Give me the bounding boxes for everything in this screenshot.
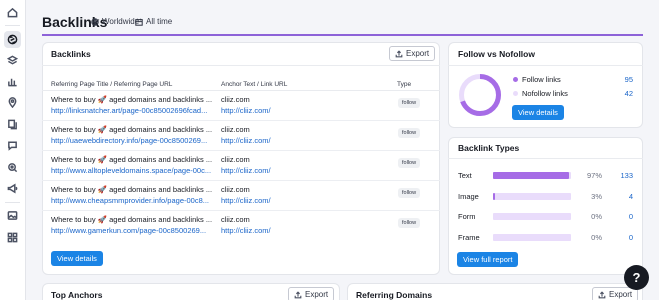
backlinks-view-details-button[interactable]: View details: [51, 251, 103, 266]
export-icon: [598, 290, 606, 298]
follow-donut-chart: [459, 74, 501, 116]
type-percent: 0%: [591, 212, 602, 221]
nofollow-count[interactable]: 42: [610, 89, 633, 98]
scope-label: Worldwide: [102, 17, 140, 26]
globe-icon: [91, 17, 99, 26]
period-label: All time: [146, 17, 173, 26]
column-header-referring[interactable]: Referring Page Title / Referring Page UR…: [51, 81, 172, 88]
type-bar-fill: [493, 193, 496, 200]
anchor-text: cliiz.com: [221, 125, 250, 134]
type-label: Text: [458, 171, 472, 180]
referring-page-title: Where to buy 🚀 aged domains and backlink…: [51, 155, 213, 164]
link-url[interactable]: http://cliiz.com/: [221, 136, 271, 145]
link-type-badge: follow: [398, 218, 421, 228]
backlink-types-title: Backlink Types: [458, 143, 520, 153]
referring-page-title: Where to buy 🚀 aged domains and backlink…: [51, 95, 213, 104]
top-anchors-export-button[interactable]: Export: [288, 287, 335, 300]
referring-page-url[interactable]: http://www.cheapsmmprovider.info/page-00…: [51, 196, 211, 205]
chart-icon[interactable]: [4, 73, 21, 90]
type-count[interactable]: 0: [608, 233, 633, 242]
nofollow-label: Nofollow links: [522, 89, 568, 98]
export-label: Export: [305, 290, 329, 299]
grid-icon[interactable]: [4, 229, 21, 246]
anchor-text: cliiz.com: [221, 215, 250, 224]
table-row: Where to buy 🚀 aged domains and backlink…: [42, 211, 440, 241]
type-count[interactable]: 133: [608, 171, 633, 180]
type-label: Form: [458, 212, 476, 221]
table-row: Where to buy 🚀 aged domains and backlink…: [42, 181, 440, 211]
column-header-anchor[interactable]: Anchor Text / Link URL: [221, 81, 287, 88]
table-row: Where to buy 🚀 aged domains and backlink…: [42, 151, 440, 181]
search-target-icon[interactable]: [4, 159, 21, 176]
referring-page-url[interactable]: http://www.gamerkun.com/page-00c8500269.…: [51, 226, 211, 235]
anchor-text: cliiz.com: [221, 185, 250, 194]
type-percent: 0%: [591, 233, 602, 242]
type-bar-track: [493, 234, 571, 241]
link-url[interactable]: http://cliiz.com/: [221, 196, 271, 205]
image-icon[interactable]: [4, 207, 21, 224]
chat-icon[interactable]: [4, 137, 21, 154]
link-url[interactable]: http://cliiz.com/: [221, 166, 271, 175]
follow-count[interactable]: 95: [610, 75, 633, 84]
backlinks-icon[interactable]: [4, 31, 21, 48]
type-count[interactable]: 4: [608, 192, 633, 201]
column-header-type[interactable]: Type: [397, 81, 411, 88]
referring-domains-title: Referring Domains: [356, 290, 433, 300]
link-type-badge: follow: [398, 158, 421, 168]
link-type-badge: follow: [398, 98, 421, 108]
top-anchors-title: Top Anchors: [51, 290, 103, 300]
left-sidebar: [0, 0, 26, 300]
megaphone-icon[interactable]: [4, 180, 21, 197]
referring-page-title: Where to buy 🚀 aged domains and backlink…: [51, 125, 213, 134]
nofollow-dot: [513, 91, 518, 96]
export-icon: [395, 49, 403, 57]
type-bar-track: [493, 193, 571, 200]
type-count[interactable]: 0: [608, 212, 633, 221]
referring-page-title: Where to buy 🚀 aged domains and backlink…: [51, 215, 213, 224]
type-label: Image: [458, 192, 479, 201]
pages-icon[interactable]: [4, 116, 21, 133]
type-bar-fill: [493, 172, 569, 179]
type-bar-track: [493, 213, 571, 220]
follow-legend-item: Follow links: [513, 75, 561, 84]
follow-view-details-button[interactable]: View details: [512, 105, 564, 120]
layers-icon[interactable]: [4, 52, 21, 69]
anchor-text: cliiz.com: [221, 155, 250, 164]
table-row: Where to buy 🚀 aged domains and backlink…: [42, 121, 440, 151]
nofollow-legend-item: Nofollow links: [513, 89, 568, 98]
export-label: Export: [609, 290, 633, 299]
referring-page-url[interactable]: http://linksnatcher.art/page-00c85002696…: [51, 106, 211, 115]
referring-page-url[interactable]: http://uaewebdirectory.info/page-00c8500…: [51, 136, 211, 145]
backlinks-export-button[interactable]: Export: [389, 46, 436, 61]
period-selector[interactable]: All time: [135, 17, 172, 26]
follow-label: Follow links: [522, 75, 561, 84]
link-url[interactable]: http://cliiz.com/: [221, 106, 271, 115]
header-accent-line: [42, 34, 643, 36]
type-percent: 97%: [586, 171, 602, 180]
scope-selector[interactable]: Worldwide: [91, 17, 139, 26]
follow-dot: [513, 77, 518, 82]
anchor-text: cliiz.com: [221, 95, 250, 104]
table-row: Where to buy 🚀 aged domains and backlink…: [42, 91, 440, 121]
type-percent: 3%: [591, 192, 602, 201]
referring-page-url[interactable]: http://www.alltopleveldomains.space/page…: [51, 166, 211, 175]
view-full-report-button[interactable]: View full report: [457, 252, 519, 267]
home-icon[interactable]: [4, 4, 21, 21]
export-label: Export: [406, 49, 430, 58]
link-url[interactable]: http://cliiz.com/: [221, 226, 271, 235]
help-button[interactable]: ?: [624, 265, 649, 290]
type-label: Frame: [458, 233, 480, 242]
link-type-badge: follow: [398, 188, 421, 198]
follow-card-title: Follow vs Nofollow: [458, 49, 535, 59]
backlinks-card-title: Backlinks: [51, 49, 91, 59]
link-type-badge: follow: [398, 128, 421, 138]
referring-page-title: Where to buy 🚀 aged domains and backlink…: [51, 185, 213, 194]
type-bar-track: [493, 172, 571, 179]
export-icon: [294, 290, 302, 298]
pin-icon[interactable]: [4, 94, 21, 111]
calendar-icon: [135, 18, 143, 26]
